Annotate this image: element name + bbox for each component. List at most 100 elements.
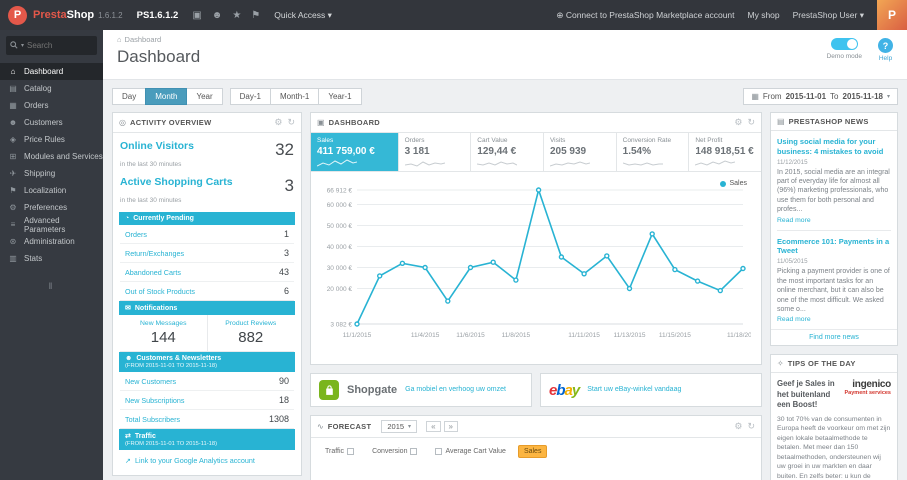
svg-text:20 000 €: 20 000 € [327, 286, 353, 293]
user-avatar[interactable]: P [877, 0, 907, 30]
home-icon: ⌂ [10, 67, 16, 76]
my-shop-link[interactable]: My shop [748, 10, 780, 20]
sidebar-item-preferences[interactable]: ⚙ Preferences [0, 199, 103, 216]
news-article-title[interactable]: Ecommerce 101: Payments in a Tweet [777, 237, 891, 257]
quick-access-menu[interactable]: Quick Access ▾ [274, 10, 332, 21]
pending-row-abandoned-carts: Abandoned Carts 43 [120, 263, 294, 282]
orders-icon: ▦ [9, 101, 17, 110]
gear-icon[interactable]: ⚙ [274, 117, 282, 128]
new-messages-cell[interactable]: New Messages 144 [120, 315, 208, 351]
forecast-prev-button[interactable]: « [426, 421, 441, 432]
shop-name[interactable]: PS1.6.1.2 [137, 10, 179, 21]
sidebar-item-modules[interactable]: ⊞ Modules and Services [0, 148, 103, 165]
kpi-net-profit[interactable]: Net Profit 148 918,51 € [689, 133, 761, 171]
calendar-icon: ▦ [751, 92, 759, 101]
svg-text:11/8/2015: 11/8/2015 [502, 332, 531, 339]
read-more-link[interactable]: Read more [777, 217, 891, 224]
news-panel-title: PRESTASHOP NEWS [788, 117, 869, 126]
marketplace-link[interactable]: ⊕ Connect to PrestaShop Marketplace acco… [556, 10, 734, 21]
cart-value-sparkline [477, 161, 518, 166]
find-more-news-link[interactable]: Find more news [771, 329, 897, 345]
forecast-chip-sales[interactable]: Sales [517, 445, 548, 458]
kpi-conversion-rate[interactable]: Conversion Rate 1.54% [617, 133, 690, 171]
catalog-icon: ▤ [9, 84, 17, 93]
svg-text:3 082 €: 3 082 € [330, 321, 352, 328]
sidebar-item-localization[interactable]: ⚑ Localization [0, 182, 103, 199]
sidebar-item-shipping[interactable]: ✈ Shipping [0, 165, 103, 182]
online-visitors-value: 32 [275, 140, 294, 159]
sales-sparkline [317, 159, 357, 167]
range-month-1-button[interactable]: Month-1 [269, 88, 320, 105]
refresh-icon[interactable]: ↻ [747, 421, 755, 432]
kpi-orders[interactable]: Orders 3 181 [399, 133, 472, 171]
help-button[interactable]: ? [878, 38, 893, 53]
activity-overview-panel: ◎ ACTIVITY OVERVIEW ⚙ ↻ Online Visitors … [112, 112, 302, 476]
chevron-down-icon: ▾ [886, 94, 890, 100]
modules-icon: ⊞ [9, 152, 17, 161]
checkbox-icon [435, 448, 443, 455]
date-to-value: 2015-11-18 [842, 92, 883, 101]
active-carts-link[interactable]: Active Shopping Carts [120, 176, 233, 188]
customers-row-new-customers: New Customers 90 [120, 372, 294, 391]
chart-legend: Sales [720, 180, 747, 187]
read-more-link[interactable]: Read more [777, 316, 891, 323]
sales-chart-area: Sales 3 082 € 20 000 € 30 000 € 40 000 € 50 … [311, 172, 761, 364]
range-day-button[interactable]: Day [112, 88, 147, 105]
ebay-module: ebay Start uw eBay-winkel vandaag [540, 373, 762, 407]
forecast-chip-conversion[interactable]: Conversion [366, 445, 423, 458]
sidebar-item-price-rules[interactable]: ◈ Price Rules [0, 131, 103, 148]
forecast-year-select[interactable]: 2015 ▾ [381, 420, 418, 433]
person-icon[interactable]: ☻ [212, 10, 223, 21]
google-analytics-link[interactable]: ↗ Link to your Google Analytics account [120, 450, 294, 471]
forecast-chip-average-cart-value[interactable]: Average Cart Value [429, 445, 511, 458]
brand-title[interactable]: PrestaShop [33, 9, 94, 21]
range-month-button[interactable]: Month [145, 88, 188, 105]
gear-icon[interactable]: ⚙ [734, 117, 742, 128]
page-title: Dashboard [117, 47, 201, 66]
product-reviews-cell[interactable]: Product Reviews 882 [208, 315, 295, 351]
shopgate-link[interactable]: Ga mobiel en verhoog uw omzet [405, 385, 506, 394]
star-icon[interactable]: ★ [232, 10, 241, 21]
sidebar-item-administration[interactable]: ⊛ Administration [0, 233, 103, 250]
range-year-button[interactable]: Year [186, 88, 223, 105]
search-scope-caret-icon[interactable]: ▾ [21, 42, 24, 49]
forecast-chip-traffic[interactable]: Traffic [319, 445, 360, 458]
refresh-icon[interactable]: ↻ [287, 117, 295, 128]
svg-text:11/1/2015: 11/1/2015 [343, 332, 372, 339]
demo-mode-label: Demo mode [826, 53, 862, 60]
tips-body-text: 30 tot 70% van de consumenten in Europa … [777, 415, 891, 480]
sidebar-item-catalog[interactable]: ▤ Catalog [0, 80, 103, 97]
sidebar-item-stats[interactable]: ▥ Stats [0, 250, 103, 267]
sidebar-item-orders[interactable]: ▦ Orders [0, 97, 103, 114]
gear-icon[interactable]: ⚙ [734, 421, 742, 432]
forecast-next-button[interactable]: » [443, 421, 458, 432]
sidebar-item-dashboard[interactable]: ⌂ Dashboard [0, 63, 103, 80]
cart-icon[interactable]: ▣ [192, 10, 201, 21]
sidebar-item-customers[interactable]: ☻ Customers [0, 114, 103, 131]
active-carts-value: 3 [284, 176, 294, 195]
active-carts-subtitle: in the last 30 minutes [120, 197, 182, 204]
demo-mode-toggle[interactable] [830, 38, 858, 50]
help-label: Help [878, 55, 893, 62]
kpi-visits[interactable]: Visits 205 939 [544, 133, 617, 171]
checkbox-icon [410, 448, 418, 455]
forecast-panel-title: FORECAST [327, 422, 372, 431]
online-visitors-link[interactable]: Online Visitors [120, 140, 194, 152]
collapse-menu-button[interactable]: ‖ [0, 281, 103, 291]
news-article-title[interactable]: Using social media for your business: 4 … [777, 137, 891, 157]
user-menu[interactable]: PrestaShop User ▾ [793, 10, 864, 21]
kpi-cart-value[interactable]: Cart Value 129,44 € [471, 133, 544, 171]
kpi-sales[interactable]: Sales 411 759,00 € [311, 133, 399, 171]
localization-icon: ⚑ [9, 186, 17, 195]
refresh-icon[interactable]: ↻ [747, 117, 755, 128]
sidebar-item-advanced-parameters[interactable]: ≡ Advanced Parameters [0, 216, 103, 234]
range-year-1-button[interactable]: Year-1 [318, 88, 362, 105]
range-day-1-button[interactable]: Day-1 [229, 88, 271, 105]
search-input[interactable] [27, 41, 93, 50]
globe-icon: ⊕ [556, 9, 566, 20]
prestashop-logo[interactable]: P [8, 5, 27, 25]
shopgate-name: Shopgate [347, 384, 398, 396]
modules-notification-icon[interactable]: ⚑ [251, 10, 260, 21]
ebay-link[interactable]: Start uw eBay-winkel vandaag [587, 385, 681, 394]
date-range-picker[interactable]: ▦ From 2015-11-01 To 2015-11-18 ▾ [743, 88, 898, 105]
